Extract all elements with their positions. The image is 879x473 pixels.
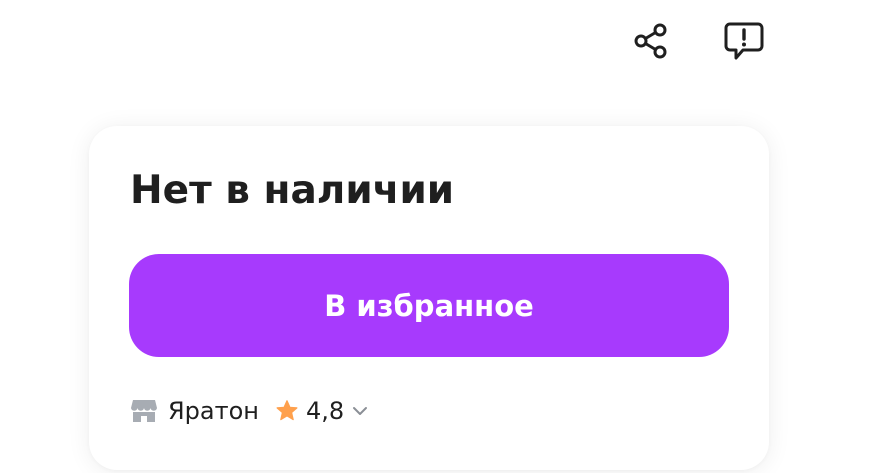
share-icon: [631, 21, 671, 61]
seller-rating-toggle[interactable]: 4,8: [275, 397, 370, 425]
star-icon: [275, 399, 299, 423]
seller-name-link[interactable]: Яратон: [168, 397, 259, 425]
seller-info: Яратон 4,8: [130, 394, 370, 428]
buy-box-card: Нет в наличии В избранное Яратон 4,8: [89, 126, 769, 470]
share-button[interactable]: [628, 18, 674, 64]
report-problem-icon: [721, 18, 767, 64]
add-to-favorites-button[interactable]: В избранное: [129, 254, 729, 357]
availability-status: Нет в наличии: [130, 168, 455, 213]
report-problem-button[interactable]: [721, 18, 767, 64]
chevron-down-icon: [350, 401, 370, 421]
product-sidebar: Нет в наличии В избранное Яратон 4,8: [0, 0, 879, 473]
seller-rating-value: 4,8: [305, 397, 345, 425]
store-icon: [130, 397, 158, 425]
